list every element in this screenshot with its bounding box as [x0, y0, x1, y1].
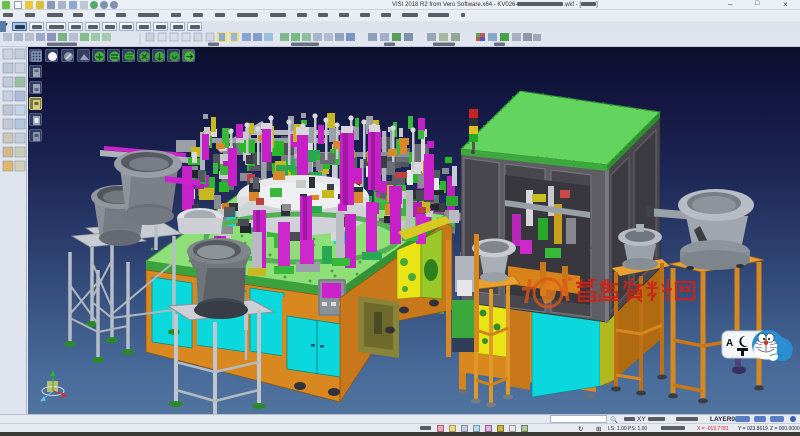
svg-text:A: A	[726, 338, 733, 349]
